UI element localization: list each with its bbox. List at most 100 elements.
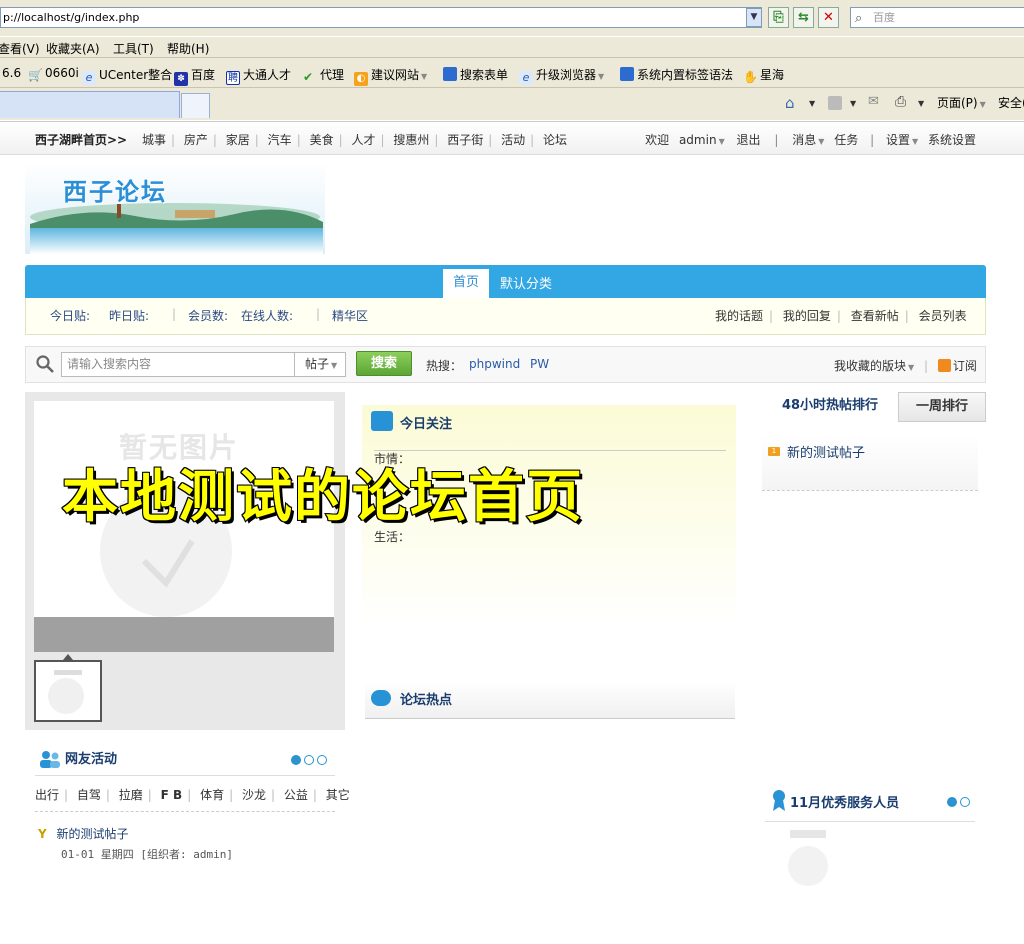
fav-item[interactable]: 搜索表单 <box>443 66 508 83</box>
tab-48h-hot[interactable]: 48小时热帖排行 <box>762 392 898 422</box>
chevron-down-icon[interactable]: ▼ <box>850 99 856 108</box>
stop-icon[interactable]: ✕ <box>818 7 839 28</box>
channel-link[interactable]: 家居 <box>226 133 250 147</box>
pager-dot[interactable] <box>947 797 957 807</box>
fav-item[interactable]: 聘大通人才 <box>226 66 291 85</box>
activity-category[interactable]: 拉磨 <box>119 788 143 802</box>
fav-item[interactable]: ◐ 建议网站 ▼ <box>354 66 427 86</box>
divider: | <box>924 359 929 373</box>
staff-title: 11月优秀服务人员 <box>790 796 900 811</box>
channel-link[interactable]: 论坛 <box>543 133 567 147</box>
print-icon[interactable]: ⎙ <box>895 94 906 110</box>
fav-item[interactable]: ✽ 百度 <box>174 66 215 86</box>
feed-icon[interactable] <box>828 96 842 110</box>
web-search-box[interactable]: ⌕ 百度 <box>850 7 1024 28</box>
activity-category[interactable]: 自驾 <box>77 788 101 802</box>
subscribe-link[interactable]: 订阅 <box>937 359 977 373</box>
username-link[interactable]: admin ▼ <box>679 133 725 147</box>
site-home-link[interactable]: 西子湖畔首页>> <box>35 131 127 148</box>
address-dropdown-icon[interactable]: ▼ <box>746 8 762 27</box>
staff-avatar[interactable] <box>782 830 834 888</box>
page-menu[interactable]: 页面(P) ▼ <box>937 94 986 111</box>
activity-category[interactable]: 出行 <box>35 788 59 802</box>
logout-link[interactable]: 退出 <box>737 133 761 147</box>
search-button[interactable]: 搜索 <box>356 351 412 376</box>
activity-category[interactable]: F B <box>161 788 183 802</box>
forum-logo[interactable]: 西子论坛 <box>25 162 325 254</box>
chevron-down-icon[interactable]: ▼ <box>809 99 815 108</box>
logo-text: 西子论坛 <box>63 178 167 206</box>
tasks-link[interactable]: 任务 <box>834 133 858 147</box>
channel-link[interactable]: 人才 <box>351 133 375 147</box>
hot-search-term[interactable]: phpwind <box>469 357 520 371</box>
channel-link[interactable]: 美食 <box>310 133 334 147</box>
baidu-icon: ✽ <box>174 72 188 86</box>
pager-dot[interactable] <box>960 797 970 807</box>
messages-link[interactable]: 消息 ▼ <box>792 133 824 147</box>
fav-item[interactable]: 系统内置标签语法 <box>620 66 733 83</box>
address-bar[interactable]: p://localhost/g/index.php <box>0 7 762 28</box>
divider: | <box>64 788 69 802</box>
activity-category[interactable]: 其它 <box>326 788 350 802</box>
channel-link[interactable]: 搜惠州 <box>393 133 429 147</box>
chevron-down-icon[interactable]: ▼ <box>918 99 924 108</box>
forum-hot-title: 论坛热点 <box>400 693 453 708</box>
rss-icon <box>937 359 951 372</box>
divider: | <box>296 133 301 147</box>
activity-category[interactable]: 沙龙 <box>242 788 266 802</box>
settings-link[interactable]: 设置 ▼ <box>886 133 918 147</box>
activity-category[interactable]: 体育 <box>200 788 224 802</box>
channel-link[interactable]: 房产 <box>184 133 208 147</box>
pager-dot[interactable] <box>291 755 301 765</box>
compat-view-icon[interactable]: ⎘ <box>768 7 789 28</box>
fav-blocks-label: 我收藏的版块 <box>834 359 907 373</box>
home-icon[interactable]: ⌂ <box>785 94 795 112</box>
channel-link[interactable]: 西子街 <box>447 133 483 147</box>
fav-item[interactable]: 🛒 0660i <box>28 66 79 82</box>
rank-item-link[interactable]: 新的测试帖子 <box>787 442 865 461</box>
fav-item[interactable]: e UCenter整合 <box>82 66 172 85</box>
menu-view[interactable]: 查看(V) <box>0 40 40 57</box>
fav-blocks-dropdown[interactable]: 我收藏的版块 ▼ <box>834 359 914 373</box>
channel-link[interactable]: 城事 <box>142 133 166 147</box>
divider: | <box>312 788 317 802</box>
search-scope-select[interactable]: 帖子 ▼ <box>294 352 346 377</box>
mail-icon[interactable]: ✉ <box>868 94 879 109</box>
activity-category[interactable]: 公益 <box>284 788 308 802</box>
safety-menu[interactable]: 安全( <box>998 94 1024 111</box>
fav-label: 升级浏览器 <box>536 68 597 82</box>
my-replies-link[interactable]: 我的回复 <box>783 309 831 323</box>
subscribe-label: 订阅 <box>952 359 977 373</box>
activity-post-link[interactable]: 新的测试帖子 <box>57 827 129 841</box>
system-settings-link[interactable]: 系统设置 <box>928 133 976 147</box>
fav-item[interactable]: 6.6 <box>2 66 21 80</box>
tab-weekly-rank[interactable]: 一周排行 <box>898 392 986 422</box>
menu-tools[interactable]: 工具(T) <box>113 40 154 57</box>
hot-search-term[interactable]: PW <box>530 357 549 371</box>
my-topics-link[interactable]: 我的话题 <box>715 309 763 323</box>
divider: | <box>836 309 841 323</box>
menu-favorites[interactable]: 收藏夹(A) <box>46 40 100 57</box>
tab-home[interactable]: 首页 <box>443 269 489 298</box>
browser-tab[interactable] <box>0 91 180 118</box>
job-icon: 聘 <box>226 71 240 85</box>
fav-item[interactable]: e 升级浏览器 ▼ <box>519 66 604 85</box>
channel-link[interactable]: 汽车 <box>268 133 292 147</box>
search-input[interactable]: 请输入搜索内容 <box>61 352 295 377</box>
activity-categories: 出行 | 自驾 | 拉磨 | F B | 体育 | 沙龙 | 公益 | 其它 <box>35 784 350 812</box>
slide-thumbnail[interactable] <box>34 660 102 722</box>
check-icon: ✔ <box>303 70 314 84</box>
digest-link[interactable]: 精华区 <box>332 307 368 324</box>
member-list-link[interactable]: 会员列表 <box>919 309 967 323</box>
pager-dot[interactable] <box>304 755 314 765</box>
new-posts-link[interactable]: 查看新帖 <box>851 309 899 323</box>
tab-default-category[interactable]: 默认分类 <box>500 273 552 292</box>
fav-item[interactable]: ✔ 代理 <box>303 66 344 84</box>
ie-icon: e <box>519 71 533 85</box>
channel-link[interactable]: 活动 <box>501 133 525 147</box>
menu-help[interactable]: 帮助(H) <box>167 40 209 57</box>
fav-item[interactable]: ✋ 星海 <box>743 66 784 84</box>
new-tab-button[interactable] <box>181 93 210 118</box>
pager-dot[interactable] <box>317 755 327 765</box>
refresh-icon[interactable]: ⇆ <box>793 7 814 28</box>
